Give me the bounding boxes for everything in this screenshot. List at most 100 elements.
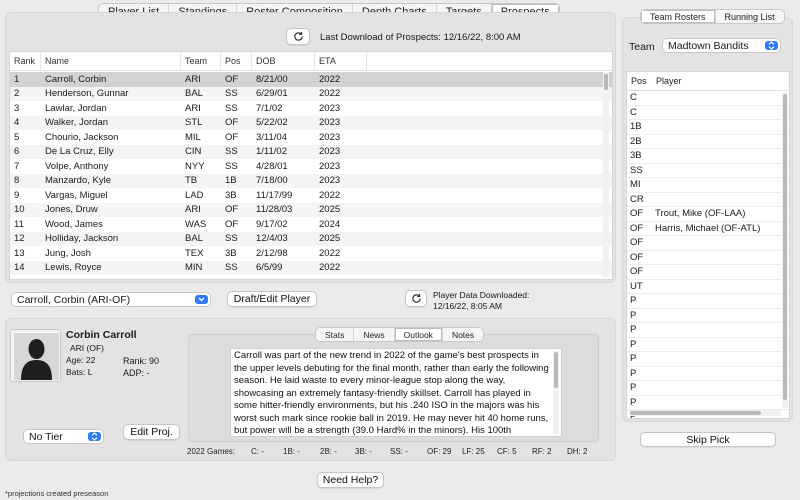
table-row[interactable]: 2 Henderson, Gunnar BAL SS 6/29/01 2022 — [10, 86, 612, 101]
column-header-eta[interactable]: ETA — [315, 52, 367, 70]
cell-pos: OF — [225, 73, 239, 85]
tab-team-rosters[interactable]: Team Rosters — [641, 10, 716, 23]
cell-name: Vargas, Miguel — [45, 189, 108, 201]
cell-team: LAD — [185, 189, 204, 201]
cell-team: CIN — [185, 146, 202, 158]
tab-notes[interactable]: Notes — [443, 328, 483, 341]
roster-column-pos[interactable]: Pos — [627, 76, 655, 86]
roster-hscrollbar-thumb[interactable] — [630, 411, 761, 415]
cell-pos: SS — [225, 102, 238, 114]
roster-row[interactable]: C — [627, 91, 789, 106]
column-header-pos[interactable]: Pos — [221, 52, 252, 70]
outlook-textbox[interactable]: Carroll was part of the new trend in 202… — [230, 348, 562, 437]
tab-news[interactable]: News — [354, 328, 395, 341]
tab-running-list[interactable]: Running List — [716, 10, 784, 23]
table-body: 1 Carroll, Corbin ARI OF 8/21/00 2022 2 Henders… — [10, 72, 612, 279]
team-select[interactable]: Madtown Bandits — [662, 38, 781, 53]
cell-pos: 3B — [225, 189, 237, 201]
edit-proj-button[interactable]: Edit Proj. — [123, 424, 180, 440]
roster-scrollbar-thumb[interactable] — [783, 94, 787, 400]
roster-cell-pos: OF — [630, 266, 644, 278]
cell-team: BAL — [185, 88, 203, 100]
roster-row[interactable]: CR — [627, 193, 789, 207]
player-select[interactable]: Carroll, Corbin (ARI-OF) — [11, 292, 211, 307]
roster-row[interactable]: UT — [627, 280, 789, 294]
roster-cell-pos: P — [630, 309, 637, 321]
roster-row[interactable]: P — [627, 352, 789, 367]
cell-eta: 2022 — [319, 88, 341, 100]
roster-row[interactable]: 1B — [627, 120, 789, 135]
table-row[interactable]: 10 Jones, Druw ARI OF 11/28/03 2025 — [10, 202, 612, 217]
tab-outlook[interactable]: Outlook — [394, 328, 443, 341]
roster-row[interactable]: MI — [627, 178, 789, 193]
table-row[interactable]: 4 Walker, Jordan STL OF 5/22/02 2023 — [10, 115, 612, 130]
roster-row[interactable]: OF — [627, 265, 789, 280]
roster-row[interactable]: OF — [627, 236, 789, 251]
table-scrollbar-thumb[interactable] — [604, 74, 608, 90]
games-dh: DH: 2 — [567, 447, 588, 456]
roster-row[interactable]: P — [627, 381, 789, 396]
tab-stats[interactable]: Stats — [316, 328, 355, 341]
roster-row[interactable]: P — [627, 294, 789, 309]
table-row[interactable]: 6 De La Cruz, Elly CIN SS 1/11/02 2023 — [10, 144, 612, 159]
cell-team: ARI — [185, 204, 201, 216]
refresh-player-data-button[interactable] — [405, 290, 427, 307]
roster-row[interactable]: OF Harris, Michael (OF-ATL) — [627, 222, 789, 236]
player-name: Corbin Carroll — [66, 329, 137, 341]
outlook-scrollbar-thumb[interactable] — [554, 352, 558, 388]
cell-team: BAL — [185, 233, 203, 245]
roster-hscrollbar[interactable] — [629, 410, 781, 416]
roster-cell-player: Trout, Mike (OF-LAA) — [655, 208, 746, 220]
roster-row[interactable]: SS — [627, 164, 789, 178]
table-header: Rank Name Team Pos DOB ETA — [10, 52, 612, 71]
right-tab-bar: Team Rosters Running List — [640, 9, 785, 24]
column-header-team[interactable]: Team — [181, 52, 221, 70]
roster-row[interactable]: P — [627, 338, 789, 352]
table-row[interactable]: 12 Holliday, Jackson BAL SS 12/4/03 2025 — [10, 231, 612, 246]
roster-row[interactable]: P — [627, 367, 789, 381]
roster-row[interactable]: 3B — [627, 149, 789, 164]
column-header-name[interactable]: Name — [41, 52, 181, 70]
table-row[interactable]: 3 Lawlar, Jordan ARI SS 7/1/02 2023 — [10, 101, 612, 116]
column-header-dob[interactable]: DOB — [252, 52, 315, 70]
roster-row[interactable]: C — [627, 106, 789, 120]
cell-pos: OF — [225, 131, 239, 143]
roster-row[interactable]: P — [627, 309, 789, 323]
roster-body: C C 1B 2B 3B SS MI CR OF Trout, Mike (OF-LAA) OF Ha… — [627, 91, 789, 418]
roster-row[interactable]: OF — [627, 251, 789, 265]
cell-eta: 2022 — [319, 262, 341, 274]
outlook-scrollbar[interactable] — [553, 351, 559, 434]
roster-cell-pos: C — [630, 106, 637, 118]
cell-dob: 4/28/01 — [256, 160, 288, 172]
need-help-button[interactable]: Need Help? — [317, 472, 384, 488]
cell-dob: 11/28/03 — [256, 204, 293, 216]
table-scrollbar[interactable] — [603, 72, 609, 277]
column-header-rank[interactable]: Rank — [10, 52, 41, 70]
player-photo — [10, 329, 61, 382]
skip-pick-button[interactable]: Skip Pick — [640, 432, 776, 447]
roster-cell-pos: OF — [630, 208, 644, 220]
cell-name: Walker, Jordan — [45, 117, 109, 129]
refresh-prospects-button[interactable] — [286, 28, 310, 45]
roster-row[interactable]: P — [627, 323, 789, 338]
table-row[interactable]: 7 Volpe, Anthony NYY SS 4/28/01 2023 — [10, 159, 612, 174]
table-row[interactable]: 14 Lewis, Royce MIN SS 6/5/99 2022 — [10, 260, 612, 275]
roster-row[interactable]: 2B — [627, 135, 789, 149]
table-row[interactable]: 9 Vargas, Miguel LAD 3B 11/17/99 2022 — [10, 188, 612, 203]
table-row[interactable]: 11 Wood, James WAS OF 9/17/02 2024 — [10, 217, 612, 232]
roster-cell-pos: 2B — [630, 135, 642, 147]
roster-row[interactable]: P — [627, 396, 789, 410]
draft-edit-player-button[interactable]: Draft/Edit Player — [227, 291, 317, 307]
roster-row[interactable]: OF Trout, Mike (OF-LAA) — [627, 207, 789, 222]
cell-name: Jung, Josh — [45, 247, 91, 259]
table-row[interactable]: 8 Manzardo, Kyle TB 1B 7/18/00 2023 — [10, 173, 612, 188]
roster-cell-pos: 3B — [630, 150, 642, 162]
roster-scrollbar[interactable] — [782, 92, 788, 408]
table-row[interactable]: 13 Jung, Josh TEX 3B 2/12/98 2022 — [10, 246, 612, 261]
tier-select[interactable]: No Tier — [23, 429, 104, 444]
roster-cell-pos: OF — [630, 237, 644, 249]
roster-column-player[interactable]: Player — [655, 76, 682, 86]
table-row[interactable]: 5 Chourio, Jackson MIL OF 3/11/04 2023 — [10, 130, 612, 145]
player-bats: Bats: L — [66, 367, 93, 377]
table-row[interactable]: 1 Carroll, Corbin ARI OF 8/21/00 2022 — [10, 72, 612, 87]
